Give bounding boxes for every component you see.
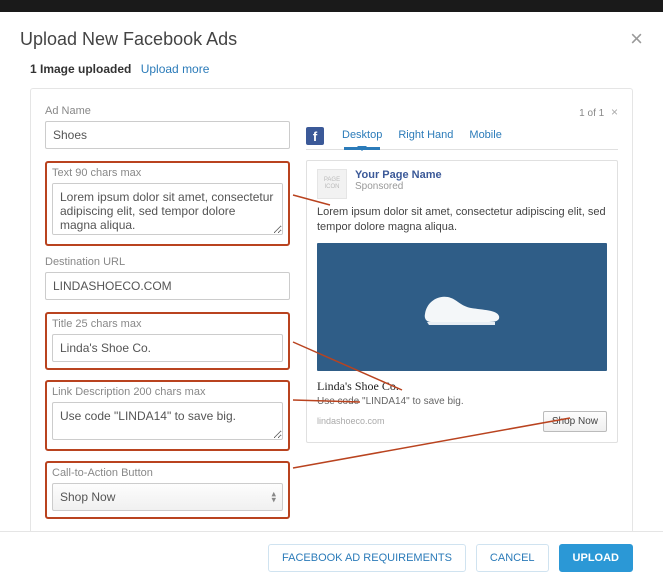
preview-page-name: Your Page Name [355,169,442,181]
ad-name-input[interactable] [45,121,290,149]
preview-title: Linda's Shoe Co. [317,379,607,394]
facebook-icon: f [306,127,324,145]
title-input[interactable] [52,334,283,362]
upload-ads-modal: Upload New Facebook Ads × 1 Image upload… [0,0,663,584]
upload-status: 1 Image uploaded Upload more [0,62,663,88]
fb-requirements-button[interactable]: FACEBOOK AD REQUIREMENTS [268,544,466,572]
dest-url-input[interactable] [45,272,290,300]
ad-name-group: Ad Name [45,105,290,149]
shoe-icon [417,282,507,332]
link-desc-input[interactable] [52,402,283,440]
tab-right-hand[interactable]: Right Hand [390,123,461,149]
ad-name-label: Ad Name [45,105,290,117]
chevron-updown-icon: ▴▾ [271,491,276,504]
cta-select[interactable]: Shop Now ▴▾ [52,483,283,511]
window-chrome [0,0,663,12]
remove-preview-icon[interactable]: × [611,105,618,119]
preview-tabs: f Desktop Right Hand Mobile [306,123,618,150]
dest-url-group: Destination URL [45,256,290,300]
preview-display-url: lindashoeco.com [317,416,385,426]
upload-button[interactable]: UPLOAD [559,544,633,572]
modal-title: Upload New Facebook Ads [20,29,237,50]
form-column: Ad Name Text 90 chars max Destination UR… [45,105,290,529]
upload-more-link[interactable]: Upload more [141,62,210,76]
preview-cta-button[interactable]: Shop Now [543,411,607,432]
preview-sponsored: Sponsored [355,181,442,192]
tab-mobile[interactable]: Mobile [461,123,509,149]
title-group: Title 25 chars max [45,312,290,370]
text-input[interactable] [52,183,283,235]
text-group: Text 90 chars max [45,161,290,246]
dest-url-label: Destination URL [45,256,290,268]
text-label: Text 90 chars max [52,167,283,179]
preview-header: PAGE ICON Your Page Name Sponsored [317,169,607,199]
modal-header: Upload New Facebook Ads × [0,12,663,62]
preview-counter: 1 of 1 [579,108,604,119]
preview-body-text: Lorem ipsum dolor sit amet, consectetur … [317,205,607,235]
preview-description: Use code "LINDA14" to save big. [317,396,607,407]
preview-image [317,243,607,371]
ad-preview: PAGE ICON Your Page Name Sponsored Lorem… [306,160,618,443]
preview-column: 1 of 1 × f Desktop Right Hand Mobile PAG… [306,105,618,529]
link-desc-label: Link Description 200 chars max [52,386,283,398]
tab-desktop[interactable]: Desktop [334,123,390,149]
content-panel: Ad Name Text 90 chars max Destination UR… [30,88,633,548]
modal-footer: FACEBOOK AD REQUIREMENTS CANCEL UPLOAD [0,531,663,584]
title-label: Title 25 chars max [52,318,283,330]
cta-group: Call-to-Action Button Shop Now ▴▾ [45,461,290,519]
cta-label: Call-to-Action Button [52,467,283,479]
link-desc-group: Link Description 200 chars max [45,380,290,451]
preview-pager: 1 of 1 × [306,105,618,119]
close-icon[interactable]: × [630,28,643,50]
preview-footer: lindashoeco.com Shop Now [317,411,607,432]
page-icon-placeholder: PAGE ICON [317,169,347,199]
cancel-button[interactable]: CANCEL [476,544,549,572]
uploaded-count: 1 Image uploaded [30,62,131,76]
cta-select-value: Shop Now [60,490,115,504]
